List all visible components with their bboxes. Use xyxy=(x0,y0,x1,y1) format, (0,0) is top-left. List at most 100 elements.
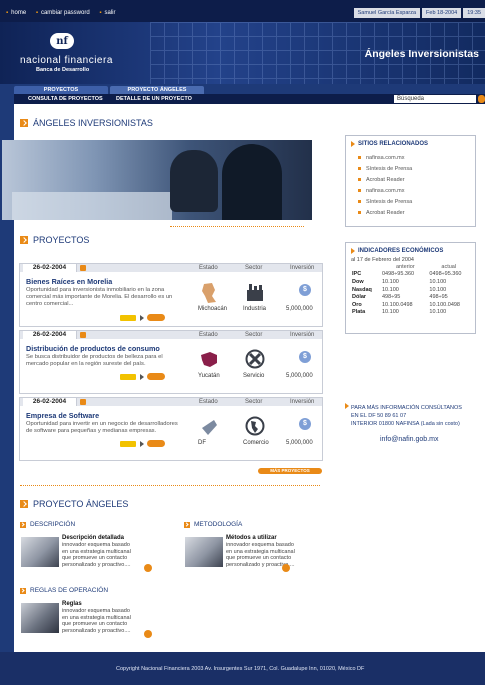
related-site-link[interactable]: nafinsa.com.mx xyxy=(358,153,412,164)
project-more[interactable] xyxy=(120,440,165,447)
indicator-row: Nasdaq 10.100 10.100 xyxy=(352,286,447,293)
project-more[interactable] xyxy=(120,314,165,321)
arrow-icon xyxy=(80,265,86,271)
tab-proyectos[interactable]: PROYECTOS xyxy=(14,86,108,94)
search-button[interactable] xyxy=(478,95,485,103)
arrow-icon xyxy=(351,141,355,147)
col-sector: Sector xyxy=(245,399,263,405)
card-more-button[interactable] xyxy=(282,564,290,572)
col-estado: Estado xyxy=(199,265,218,271)
reglas-photo xyxy=(21,603,59,633)
contact-phone-interior: INTERIOR 01800 NAFINSA (Lada sin costo) xyxy=(351,421,460,427)
section-arrow-icon xyxy=(20,521,26,528)
more-projects-button[interactable]: MÁS PROYECTOS xyxy=(258,468,322,474)
col-inversion: Inversión xyxy=(290,265,315,271)
globe-icon xyxy=(245,416,265,436)
section-arrow-icon xyxy=(184,521,190,528)
contact-info: PARA MÁS INFORMACIÓN CONSÚLTANOS EN EL D… xyxy=(345,403,462,428)
home-link[interactable]: home xyxy=(11,10,26,16)
project-title[interactable]: Bienes Raíces en Morelia xyxy=(26,277,112,286)
logout-link[interactable]: salir xyxy=(104,10,115,16)
project-card[interactable]: 26-02-2004 Estado Sector Inversión Biene… xyxy=(19,263,323,327)
section-arrow-icon xyxy=(20,587,26,594)
arrow-icon xyxy=(140,373,144,380)
card-more-button[interactable] xyxy=(144,630,152,638)
related-sites-box: SITIOS RELACIONADOS nafinsa.com.mx Sínte… xyxy=(345,135,476,227)
arrow-icon xyxy=(140,314,144,321)
more-button[interactable] xyxy=(147,440,165,447)
subnav-consulta[interactable]: CONSULTA DE PROYECTOS xyxy=(28,96,103,102)
service-icon xyxy=(245,349,265,369)
arrow-icon xyxy=(351,248,355,254)
hero-image xyxy=(2,140,312,220)
more-button[interactable] xyxy=(147,373,165,380)
search-input[interactable] xyxy=(394,95,476,103)
col-sector: Sector xyxy=(245,265,263,271)
related-site-link[interactable]: Síntesis de Prensa xyxy=(358,164,412,175)
section-arrow-icon xyxy=(20,500,28,508)
top-links: ▪ home ▪ cambiar password ▪ salir xyxy=(6,10,123,16)
indicator-row: IPC 0498÷95.360 0498÷95.360 xyxy=(352,271,462,278)
divider xyxy=(20,485,320,486)
card-more-button[interactable] xyxy=(144,564,152,572)
contact-email-link[interactable]: info@nafin.gob.mx xyxy=(380,436,438,443)
descripcion-photo xyxy=(21,537,59,567)
project-tag-icon xyxy=(120,440,136,447)
footer: Copyright Nacional Financiera 2003 Av. I… xyxy=(0,652,485,685)
more-button[interactable] xyxy=(147,314,165,321)
card-title[interactable]: Reglas xyxy=(62,601,82,607)
hero-person-shape xyxy=(222,144,282,220)
project-card[interactable]: 26-02-2004 Estado Sector Inversión Distr… xyxy=(19,330,323,394)
project-description: Se busca distribuidor de productos de be… xyxy=(26,354,163,367)
card-title[interactable]: Descripción detallada xyxy=(62,535,124,541)
project-header: 26-02-2004 Estado Sector Inversión xyxy=(20,264,322,272)
project-description: Oportunidad para inversionista inmobilia… xyxy=(26,287,173,307)
arrow-icon xyxy=(140,440,144,447)
project-more[interactable] xyxy=(120,373,165,380)
project-date: 26-02-2004 xyxy=(23,331,77,339)
project-state: Yucatán xyxy=(198,373,220,379)
projects-title: PROYECTOS xyxy=(20,235,89,245)
arrow-icon xyxy=(80,399,86,405)
bullet-icon xyxy=(358,156,361,160)
related-site-link[interactable]: nafinsa.com.mx xyxy=(358,186,412,197)
project-title[interactable]: Distribución de productos de consumo xyxy=(26,344,160,353)
main-tabs: PROYECTOS PROYECTO ÁNGELES xyxy=(14,86,206,94)
card-title[interactable]: Métodos a utilizar xyxy=(226,535,277,541)
project-title[interactable]: Empresa de Software xyxy=(26,411,99,420)
contact-title: PARA MÁS INFORMACIÓN CONSÚLTANOS xyxy=(345,403,462,412)
related-site-link[interactable]: Acrobat Reader xyxy=(358,175,412,186)
project-date: 26-02-2004 xyxy=(23,264,77,272)
user-name: Samuel García Esparza xyxy=(353,8,421,18)
money-icon: $ xyxy=(299,418,311,430)
indicators-header-row: anterior actual xyxy=(352,263,476,271)
contact-phone-df: EN EL DF 50 89 61 07 xyxy=(351,413,407,419)
money-icon: $ xyxy=(299,351,311,363)
related-site-link[interactable]: Acrobat Reader xyxy=(358,208,412,219)
indicator-row: Dólar 498÷95 498÷95 xyxy=(352,294,448,301)
tab-proyecto-angeles[interactable]: PROYECTO ÁNGELES xyxy=(110,86,204,94)
page-title: ÁNGELES INVERSIONISTAS xyxy=(20,118,153,128)
bullet-icon xyxy=(358,189,361,193)
project-list: 26-02-2004 Estado Sector Inversión Biene… xyxy=(19,256,323,468)
indicator-row: Oro 10.100.0498 10.100.0498 xyxy=(352,301,460,308)
project-sector: Industria xyxy=(243,306,267,312)
logo-icon[interactable]: nf xyxy=(50,33,74,49)
related-site-link[interactable]: Síntesis de Prensa xyxy=(358,197,412,208)
project-tag-icon xyxy=(120,373,136,380)
project-card[interactable]: 26-02-2004 Estado Sector Inversión Empre… xyxy=(19,397,323,461)
project-sector: Comercio xyxy=(243,440,269,446)
card-description: innovador esquema basado en una estrateg… xyxy=(62,542,131,568)
money-icon: $ xyxy=(299,284,311,296)
indicators-title: INDICADORES ECONÓMICOS xyxy=(351,248,443,254)
col-sector: Sector xyxy=(245,332,263,338)
brand-subtitle: Banca de Desarrollo xyxy=(36,67,90,73)
subnav-detalle[interactable]: DETALLE DE UN PROYECTO xyxy=(116,96,192,102)
change-password-link[interactable]: cambiar password xyxy=(41,10,90,16)
project-state: Michoacán xyxy=(198,306,228,312)
footer-copyright: Copyright Nacional Financiera 2003 Av. I… xyxy=(116,666,365,672)
indicator-row: Plata 10.100 10.100 xyxy=(352,309,447,316)
project-investment: 5,000,000 xyxy=(286,440,313,446)
economic-indicators-box: INDICADORES ECONÓMICOS al 17 de Febrero … xyxy=(345,242,476,334)
bullet-icon xyxy=(358,200,361,204)
